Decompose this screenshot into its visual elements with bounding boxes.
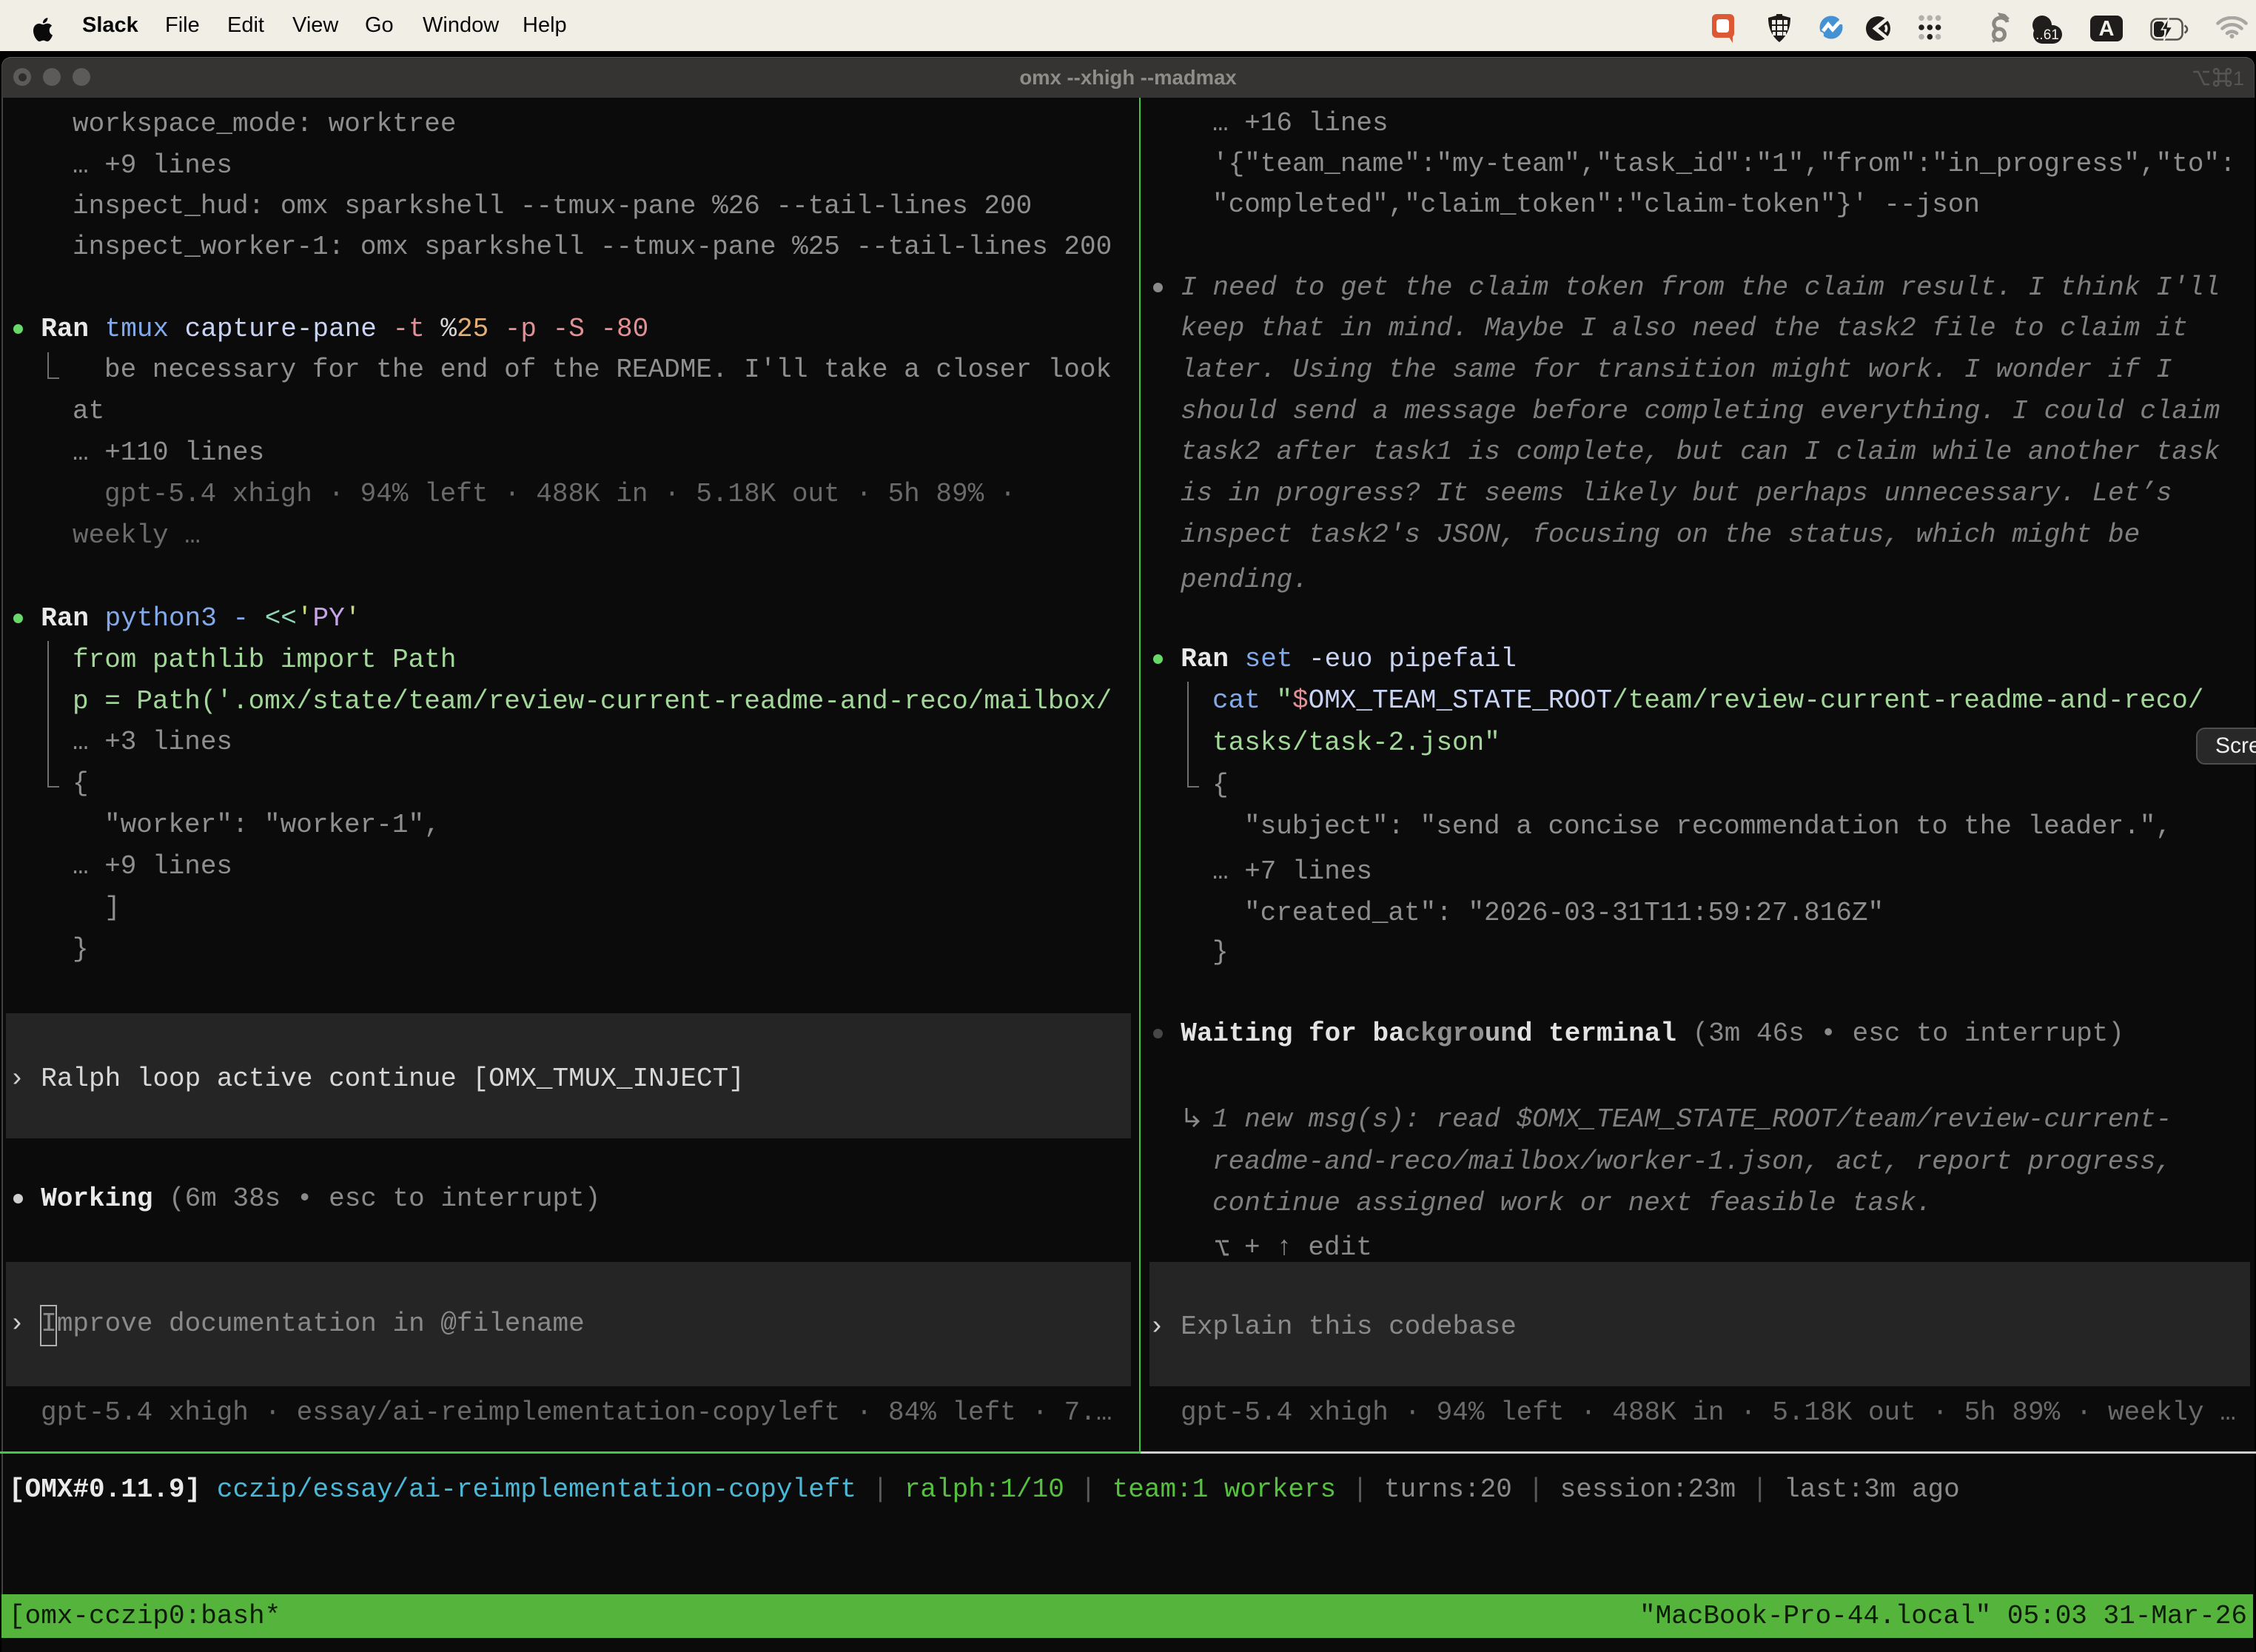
svg-text:..61: ..61 <box>2035 27 2059 43</box>
svg-text:1: 1 <box>2233 67 2244 90</box>
svg-text:A: A <box>2099 17 2115 41</box>
